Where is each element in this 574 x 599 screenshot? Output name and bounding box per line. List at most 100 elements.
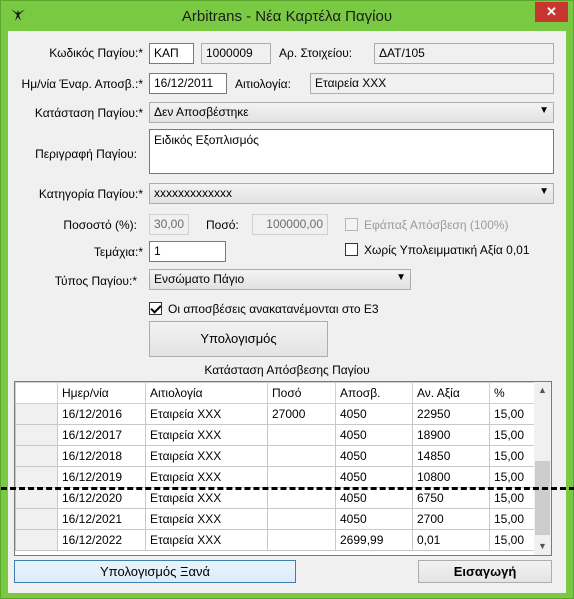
asset-code-label: Κωδικός Παγίου:*	[49, 46, 143, 60]
cell-date[interactable]: 16/12/2021	[57, 508, 146, 530]
column-header-depreciation[interactable]: Αποσβ.	[335, 382, 413, 404]
cell-percent[interactable]: 15,00	[489, 529, 535, 551]
column-header-amount[interactable]: Ποσό	[267, 382, 336, 404]
depreciation-table: Ημερ/νία Αιτιολογία Ποσό Αποσβ. Αν. Αξία…	[15, 382, 535, 551]
column-header-percent[interactable]: %	[489, 382, 535, 404]
asset-code-prefix-input[interactable]: ΚΑΠ	[149, 43, 194, 64]
insert-button[interactable]: Εισαγωγή	[418, 560, 552, 583]
recalculate-button[interactable]: Υπολογισμός Ξανά	[14, 560, 296, 583]
no-residual-label: Χωρίς Υπολειμματική Αξία 0,01	[364, 243, 530, 257]
cell-reason[interactable]: Εταιρεία ΧΧΧ	[145, 508, 268, 530]
description-textarea[interactable]: Ειδικός Εξοπλισμός	[149, 129, 554, 174]
table-row[interactable]: 16/12/2022 Εταιρεία ΧΧΧ 2699,99 0,01 15,…	[15, 529, 535, 551]
scroll-up-icon[interactable]: ▲	[534, 382, 551, 399]
cell-depreciation[interactable]: 4050	[335, 445, 413, 467]
start-date-label: Ημ/νία Έναρ. Αποσβ.:*	[21, 77, 143, 91]
cell-date[interactable]: 16/12/2019	[57, 466, 146, 488]
cell-amount[interactable]	[267, 445, 336, 467]
cell-depreciation[interactable]: 4050	[335, 424, 413, 446]
cell-percent[interactable]: 15,00	[489, 445, 535, 467]
row-header[interactable]	[15, 424, 58, 446]
onetime-label: Εφάπαξ Απόσβεση (100%)	[364, 218, 509, 232]
grid-header-row: Ημερ/νία Αιτιολογία Ποσό Αποσβ. Αν. Αξία…	[15, 382, 535, 404]
no-residual-checkbox[interactable]	[345, 243, 358, 256]
chevron-down-icon: ▼	[539, 105, 549, 116]
row-header[interactable]	[15, 403, 58, 425]
close-button[interactable]: ✕	[535, 2, 568, 22]
cell-depreciation[interactable]: 4050	[335, 466, 413, 488]
category-select-value: xxxxxxxxxxxxx	[154, 186, 232, 200]
cell-date[interactable]: 16/12/2016	[57, 403, 146, 425]
cell-percent[interactable]: 15,00	[489, 466, 535, 488]
category-label: Κατηγορία Παγίου:*	[38, 187, 143, 201]
table-row[interactable]: 16/12/2017 Εταιρεία ΧΧΧ 4050 18900 15,00	[15, 424, 535, 446]
asset-type-select[interactable]: Ενσώματο Πάγιο ▼	[149, 269, 411, 290]
cell-reason[interactable]: Εταιρεία ΧΧΧ	[145, 529, 268, 551]
screenshot-cut-line	[1, 487, 574, 491]
status-select[interactable]: Δεν Αποσβέστηκε ▼	[149, 102, 554, 123]
calculate-button[interactable]: Υπολογισμός	[149, 321, 328, 357]
window-title: Arbitrans - Νέα Καρτέλα Παγίου	[181, 8, 393, 25]
cell-reason[interactable]: Εταιρεία ΧΧΧ	[145, 403, 268, 425]
form-area: Κωδικός Παγίου:* ΚΑΠ 1000009 Αρ. Στοιχεί…	[8, 31, 566, 593]
cell-depreciation[interactable]: 2699,99	[335, 529, 413, 551]
description-label: Περιγραφή Παγίου:	[35, 147, 137, 161]
cell-percent[interactable]: 15,00	[489, 424, 535, 446]
row-header[interactable]	[15, 445, 58, 467]
reason-field: Εταιρεία ΧΧΧ	[310, 73, 554, 94]
amount-input[interactable]: 100000,00	[252, 214, 328, 235]
onetime-checkbox[interactable]	[345, 218, 358, 231]
cell-reason[interactable]: Εταιρεία ΧΧΧ	[145, 445, 268, 467]
row-header[interactable]	[15, 529, 58, 551]
table-row[interactable]: 16/12/2021 Εταιρεία ΧΧΧ 4050 2700 15,00	[15, 508, 535, 530]
reverse-e3-checkbox[interactable]	[149, 302, 162, 315]
column-header-reason[interactable]: Αιτιολογία	[145, 382, 268, 404]
column-header-remaining-value[interactable]: Αν. Αξία	[412, 382, 490, 404]
cell-amount[interactable]: 27000	[267, 403, 336, 425]
table-row[interactable]: 16/12/2016 Εταιρεία ΧΧΧ 27000 4050 22950…	[15, 403, 535, 425]
cell-remaining-value[interactable]: 22950	[412, 403, 490, 425]
cell-reason[interactable]: Εταιρεία ΧΧΧ	[145, 466, 268, 488]
cell-percent[interactable]: 15,00	[489, 508, 535, 530]
asset-type-select-value: Ενσώματο Πάγιο	[154, 272, 245, 286]
pieces-input[interactable]: 1	[149, 241, 226, 262]
cell-depreciation[interactable]: 4050	[335, 403, 413, 425]
cell-date[interactable]: 16/12/2017	[57, 424, 146, 446]
cell-date[interactable]: 16/12/2022	[57, 529, 146, 551]
app-window: Arbitrans - Νέα Καρτέλα Παγίου ✕ Κωδικός…	[0, 0, 574, 599]
scroll-down-icon[interactable]: ▼	[534, 538, 551, 555]
grid-title: Κατάσταση Απόσβεσης Παγίου	[204, 363, 370, 377]
column-header-date[interactable]: Ημερ/νία	[57, 382, 146, 404]
asset-type-label: Τύπος Παγίου:*	[54, 274, 137, 288]
cell-amount[interactable]	[267, 424, 336, 446]
table-row[interactable]: 16/12/2019 Εταιρεία ΧΧΧ 4050 10800 15,00	[15, 466, 535, 488]
asset-code-number-field: 1000009	[201, 43, 271, 64]
scroll-thumb[interactable]	[535, 461, 550, 535]
cell-percent[interactable]: 15,00	[489, 403, 535, 425]
row-header[interactable]	[15, 466, 58, 488]
cell-date[interactable]: 16/12/2018	[57, 445, 146, 467]
cell-remaining-value[interactable]: 0,01	[412, 529, 490, 551]
category-select[interactable]: xxxxxxxxxxxxx ▼	[149, 183, 554, 204]
cell-amount[interactable]	[267, 466, 336, 488]
start-date-input[interactable]: 16/12/2011	[149, 73, 227, 94]
row-header[interactable]	[15, 508, 58, 530]
cell-depreciation[interactable]: 4050	[335, 508, 413, 530]
cell-reason[interactable]: Εταιρεία ΧΧΧ	[145, 424, 268, 446]
cell-remaining-value[interactable]: 10800	[412, 466, 490, 488]
cell-amount[interactable]	[267, 508, 336, 530]
depreciation-grid[interactable]: Ημερ/νία Αιτιολογία Ποσό Αποσβ. Αν. Αξία…	[14, 381, 552, 556]
pieces-label: Τεμάχια:*	[93, 245, 143, 259]
reason-label: Αιτιολογία:	[235, 77, 291, 91]
chevron-down-icon: ▼	[539, 186, 549, 197]
amount-label: Ποσό:	[206, 218, 239, 232]
percent-label: Ποσοστό (%):	[63, 218, 137, 232]
cell-remaining-value[interactable]: 14850	[412, 445, 490, 467]
cell-remaining-value[interactable]: 2700	[412, 508, 490, 530]
cell-amount[interactable]	[267, 529, 336, 551]
reverse-e3-label: Οι αποσβέσεις ανακατανέμονται στο Ε3	[168, 302, 379, 316]
cell-remaining-value[interactable]: 18900	[412, 424, 490, 446]
table-row[interactable]: 16/12/2018 Εταιρεία ΧΧΧ 4050 14850 15,00	[15, 445, 535, 467]
grid-vertical-scrollbar[interactable]: ▲ ▼	[534, 382, 551, 555]
percent-input[interactable]: 30,00	[149, 214, 189, 235]
